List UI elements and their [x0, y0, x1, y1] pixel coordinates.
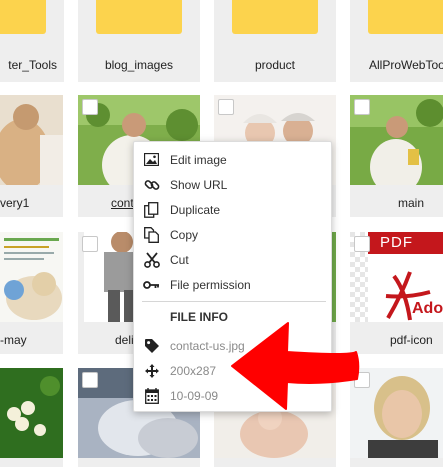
menu-divider — [142, 301, 326, 302]
duplicate-icon — [143, 201, 160, 218]
menu-item-label: Duplicate — [170, 202, 221, 217]
image-tile[interactable]: -may — [0, 232, 63, 354]
image-tile[interactable]: main — [350, 95, 443, 217]
menu-item-show-url[interactable]: Show URL — [134, 172, 331, 197]
adobe-wordmark: Adob — [412, 300, 443, 317]
folder-label: AllProWebToo — [369, 58, 443, 72]
folder-tile[interactable]: AllProWebToo — [350, 0, 443, 82]
menu-item-label: Cut — [170, 252, 189, 267]
folder-icon — [232, 0, 318, 34]
file-manager-grid: ter_Tools blog_images product AllProWebT… — [0, 0, 443, 467]
menu-item-label: Edit image — [170, 152, 227, 167]
menu-item-file-permission[interactable]: File permission — [134, 272, 331, 297]
image-tile[interactable]: PDF Adob pdf-icon — [350, 232, 443, 354]
thumbnail-image — [0, 95, 63, 185]
folder-icon — [0, 0, 46, 34]
select-checkbox[interactable] — [354, 236, 370, 252]
folder-icon — [96, 0, 182, 34]
info-file-name: contact-us.jpg — [134, 333, 331, 358]
key-icon — [143, 276, 160, 293]
image-label: very1 — [0, 196, 30, 210]
select-checkbox[interactable] — [82, 236, 98, 252]
copy-icon — [143, 226, 160, 243]
folder-tile[interactable]: ter_Tools — [0, 0, 64, 82]
thumbnail-image — [0, 232, 63, 322]
image-icon — [143, 151, 160, 168]
file-info-heading: FILE INFO — [170, 310, 228, 324]
folder-label: product — [254, 58, 296, 72]
image-tile[interactable] — [0, 368, 63, 467]
image-label: pdf-icon — [390, 333, 433, 347]
select-checkbox[interactable] — [82, 99, 98, 115]
menu-item-label: Copy — [170, 227, 199, 242]
info-dimensions: 200x287 — [134, 358, 331, 383]
folder-icon — [368, 0, 443, 34]
folder-tile[interactable]: blog_images — [78, 0, 200, 82]
scissors-icon — [143, 251, 160, 268]
menu-item-duplicate[interactable]: Duplicate — [134, 197, 331, 222]
image-label: -may — [0, 333, 27, 347]
select-checkbox[interactable] — [354, 372, 370, 388]
menu-item-copy[interactable]: Copy — [134, 222, 331, 247]
folder-label: blog_images — [104, 58, 174, 72]
select-checkbox[interactable] — [82, 372, 98, 388]
info-date: 10-09-09 — [134, 383, 331, 408]
menu-item-label: File permission — [170, 277, 251, 292]
dimensions-value: 200x287 — [170, 363, 217, 378]
file-name-value: contact-us.jpg — [170, 338, 245, 353]
menu-item-edit-image[interactable]: Edit image — [134, 147, 331, 172]
select-checkbox[interactable] — [354, 99, 370, 115]
tag-icon — [143, 337, 160, 354]
select-checkbox[interactable] — [218, 99, 234, 115]
link-icon — [143, 176, 160, 193]
context-menu: Edit image Show URL Duplicate Copy Cut F… — [133, 141, 332, 412]
menu-item-cut[interactable]: Cut — [134, 247, 331, 272]
folder-label: ter_Tools — [8, 58, 57, 72]
pdf-badge: PDF — [380, 234, 413, 251]
calendar-icon — [143, 387, 160, 404]
folder-tile[interactable]: product — [214, 0, 336, 82]
image-label: main — [398, 196, 425, 210]
image-tile[interactable] — [350, 368, 443, 467]
date-value: 10-09-09 — [170, 388, 219, 403]
image-tile[interactable]: very1 — [0, 95, 63, 217]
menu-item-label: Show URL — [170, 177, 228, 192]
move-arrows-icon — [143, 362, 160, 379]
thumbnail-image — [0, 368, 63, 458]
